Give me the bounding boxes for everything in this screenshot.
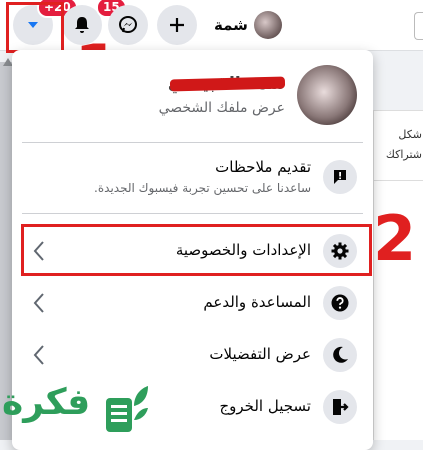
- watermark-logo: فكرة: [0, 380, 150, 440]
- feedback-subtitle: ساعدنا على تحسين تجربة فيسبوك الجديدة.: [94, 181, 311, 195]
- profile-subtitle: عرض ملفك الشخصي: [158, 100, 285, 116]
- divider: [22, 213, 363, 214]
- annotation-box-2: [21, 224, 372, 276]
- divider: [22, 142, 363, 143]
- search-box-edge[interactable]: [414, 12, 423, 40]
- display-preferences-label: عرض التفضيلات: [209, 345, 311, 363]
- avatar: [253, 11, 282, 39]
- create-button[interactable]: [157, 5, 197, 45]
- book-leaf-icon: [106, 386, 148, 432]
- question-icon: [323, 286, 357, 320]
- watermark-text: فكرة: [2, 382, 91, 423]
- feedback-icon: [323, 160, 357, 194]
- messenger-icon: [119, 16, 137, 33]
- side-text-1: شكل: [398, 128, 422, 141]
- profile-link[interactable]: شمة القبيسي عرض ملفك الشخصي: [12, 50, 373, 142]
- help-support-label: المساعدة والدعم: [203, 293, 311, 311]
- give-feedback-item[interactable]: تقديم ملاحظات ساعدنا على تحسين تجربة فيس…: [12, 150, 373, 206]
- feedback-label: تقديم ملاحظات: [215, 158, 311, 176]
- side-text-2: شتراكك: [385, 148, 422, 161]
- logout-icon: [323, 390, 357, 424]
- divider: [374, 110, 423, 111]
- annotation-number-2: 2: [373, 202, 417, 275]
- chevron-left-icon: [33, 345, 44, 365]
- logout-label: تسجيل الخروج: [219, 397, 311, 415]
- profile-chip-name: شمة: [214, 16, 248, 34]
- divider: [374, 180, 423, 181]
- annotation-box-1: [6, 2, 64, 53]
- moon-icon: [323, 338, 357, 372]
- plus-icon: [170, 18, 184, 32]
- profile-avatar: [297, 65, 357, 125]
- help-support-item[interactable]: المساعدة والدعم: [12, 277, 373, 329]
- profile-chip[interactable]: شمة: [214, 9, 282, 41]
- side-panel: شكل شتراكك: [373, 110, 423, 440]
- chevron-left-icon: [33, 293, 44, 313]
- display-preferences-item[interactable]: عرض التفضيلات: [12, 329, 373, 381]
